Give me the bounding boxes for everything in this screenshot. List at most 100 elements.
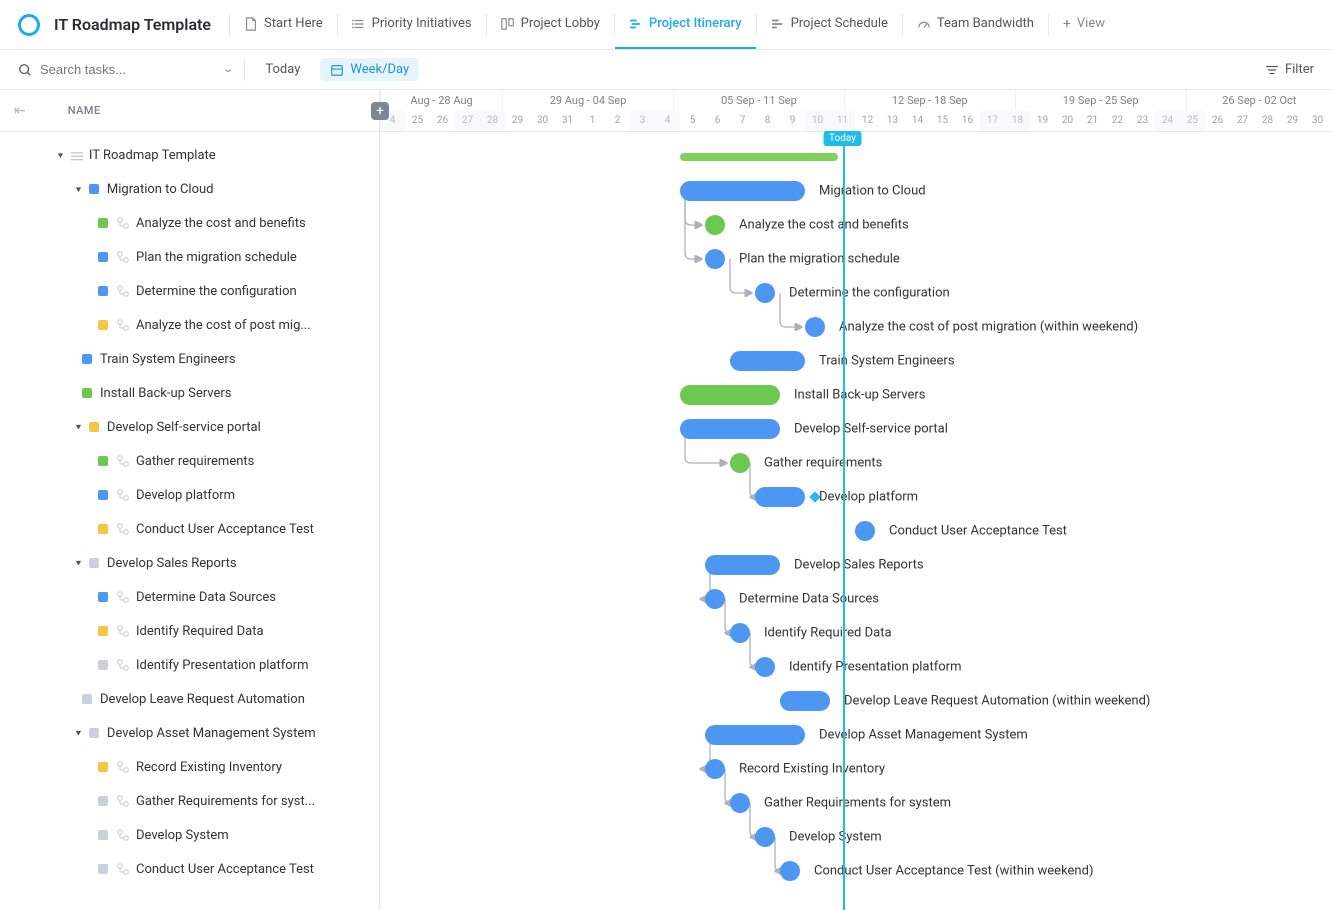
gantt-parent-bar[interactable] [680, 181, 805, 201]
gantt-bar-label: Conduct User Acceptance Test (within wee… [814, 864, 1093, 879]
gantt-milestone[interactable] [780, 861, 800, 881]
weekday-toggle[interactable]: Week/Day [320, 58, 419, 81]
task-row[interactable]: Conduct User Acceptance Test [0, 512, 379, 546]
gantt-row: Develop Sales Reports [380, 548, 1332, 582]
task-row[interactable]: Gather requirements [0, 444, 379, 478]
task-row[interactable]: ▼Migration to Cloud [0, 172, 379, 206]
add-column-button[interactable]: + [371, 102, 389, 120]
tab-add-view[interactable]: + View [1049, 0, 1119, 49]
gantt-milestone[interactable] [755, 657, 775, 677]
today-button[interactable]: Today [257, 58, 308, 81]
task-row[interactable]: ▼IT Roadmap Template [0, 138, 379, 172]
gantt-parent-bar[interactable] [680, 419, 780, 439]
gantt-parent-bar[interactable] [730, 351, 805, 371]
task-row[interactable]: Determine the configuration [0, 274, 379, 308]
status-indicator [82, 694, 92, 704]
column-name-header: NAME [68, 104, 101, 117]
task-row[interactable]: Plan the migration schedule [0, 240, 379, 274]
filter-button[interactable]: Filter [1265, 62, 1314, 77]
task-tree[interactable]: ▼IT Roadmap Template▼Migration to CloudA… [0, 132, 379, 910]
day-label: 4 [655, 111, 680, 132]
task-row[interactable]: Develop System [0, 818, 379, 852]
gantt-parent-bar[interactable] [780, 691, 830, 711]
week-label: 26 Sep - 02 Oct [1186, 90, 1332, 111]
status-indicator [98, 320, 108, 330]
collapse-toggle-icon[interactable]: ▼ [74, 728, 83, 738]
task-row[interactable]: Analyze the cost and benefits [0, 206, 379, 240]
day-label: 10 [805, 111, 830, 132]
gantt-milestone[interactable] [855, 521, 875, 541]
gantt-row: Identify Required Data [380, 616, 1332, 650]
tab-project-itinerary[interactable]: Project Itinerary [615, 0, 756, 49]
day-label: 14 [905, 111, 930, 132]
task-row[interactable]: ▼Develop Asset Management System [0, 716, 379, 750]
gantt-parent-bar[interactable] [680, 385, 780, 405]
calendar-icon [330, 63, 344, 77]
gantt-milestone[interactable] [730, 453, 750, 473]
task-row[interactable]: Train System Engineers [0, 342, 379, 376]
task-row[interactable]: Develop Leave Request Automation [0, 682, 379, 716]
task-row[interactable]: Determine Data Sources [0, 580, 379, 614]
gantt-milestone[interactable] [705, 759, 725, 779]
gantt-milestone[interactable] [730, 793, 750, 813]
status-indicator [98, 626, 108, 636]
task-row[interactable]: ▼ Develop Self-service portal [0, 410, 379, 444]
filter-icon [1265, 63, 1279, 77]
search-input[interactable] [40, 62, 216, 77]
task-row[interactable]: Install Back-up Servers [0, 376, 379, 410]
gantt-milestone[interactable] [705, 215, 725, 235]
tab-team-bandwidth[interactable]: Team Bandwidth [903, 0, 1048, 49]
task-row[interactable]: Record Existing Inventory [0, 750, 379, 784]
task-label: Develop System [136, 828, 229, 843]
task-row[interactable]: Gather Requirements for syst... [0, 784, 379, 818]
gantt-milestone[interactable] [705, 589, 725, 609]
tab-priority-initiatives[interactable]: Priority Initiatives [338, 0, 486, 49]
gantt-body[interactable]: TodayMigration to CloudAnalyze the cost … [380, 132, 1332, 910]
gantt-bar-label: Develop Leave Request Automation (within… [844, 694, 1150, 709]
gantt-row: Plan the migration schedule [380, 242, 1332, 276]
status-indicator [82, 354, 92, 364]
collapse-sidebar-icon[interactable]: ⇤ [14, 103, 26, 119]
task-row[interactable]: Analyze the cost of post mig... [0, 308, 379, 342]
task-label: Gather Requirements for syst... [136, 794, 315, 809]
day-label: 24 [1155, 111, 1180, 132]
gantt-bar[interactable] [755, 487, 805, 507]
task-row[interactable]: ▼Develop Sales Reports [0, 546, 379, 580]
collapse-toggle-icon[interactable]: ▼ [74, 422, 83, 432]
week-label: 29 Aug - 04 Sep [502, 90, 673, 111]
subtask-icon [116, 216, 130, 230]
gantt-row: Analyze the cost and benefits [380, 208, 1332, 242]
day-label: 22 [1105, 111, 1130, 132]
gantt-row: Develop Self-service portal [380, 412, 1332, 446]
gantt-milestone[interactable] [705, 249, 725, 269]
gantt-row: Develop platform [380, 480, 1332, 514]
subtask-icon [116, 522, 130, 536]
task-row[interactable]: Conduct User Acceptance Test [0, 852, 379, 886]
day-label: 3 [630, 111, 655, 132]
tab-start-here[interactable]: Start Here [230, 0, 337, 49]
chevron-down-icon[interactable]: ⌄ [222, 64, 234, 75]
task-row[interactable]: Develop platform [0, 478, 379, 512]
tab-project-lobby[interactable]: Project Lobby [487, 0, 614, 49]
task-label: Analyze the cost of post mig... [136, 318, 311, 333]
task-row[interactable]: Identify Required Data [0, 614, 379, 648]
collapse-toggle-icon[interactable]: ▼ [56, 150, 65, 160]
gantt-parent-bar[interactable] [705, 555, 780, 575]
subtask-icon [116, 794, 130, 808]
today-progress-bar[interactable] [680, 153, 838, 161]
gantt-milestone[interactable] [755, 283, 775, 303]
day-label: 26 [1205, 111, 1230, 132]
task-row[interactable]: Identify Presentation platform [0, 648, 379, 682]
gantt-milestone[interactable] [730, 623, 750, 643]
gantt-area[interactable]: Aug - 28 Aug29 Aug - 04 Sep05 Sep - 11 S… [380, 90, 1332, 910]
collapse-toggle-icon[interactable]: ▼ [74, 558, 83, 568]
collapse-toggle-icon[interactable]: ▼ [74, 184, 83, 194]
gantt-milestone[interactable] [805, 317, 825, 337]
gantt-parent-bar[interactable] [705, 725, 805, 745]
tab-project-schedule[interactable]: Project Schedule [757, 0, 902, 49]
subtask-icon [116, 862, 130, 876]
gantt-milestone[interactable] [755, 827, 775, 847]
gantt-bar-label: Determine the configuration [789, 286, 950, 301]
app-logo-icon[interactable] [18, 14, 40, 36]
task-label: Develop Self-service portal [107, 420, 261, 435]
